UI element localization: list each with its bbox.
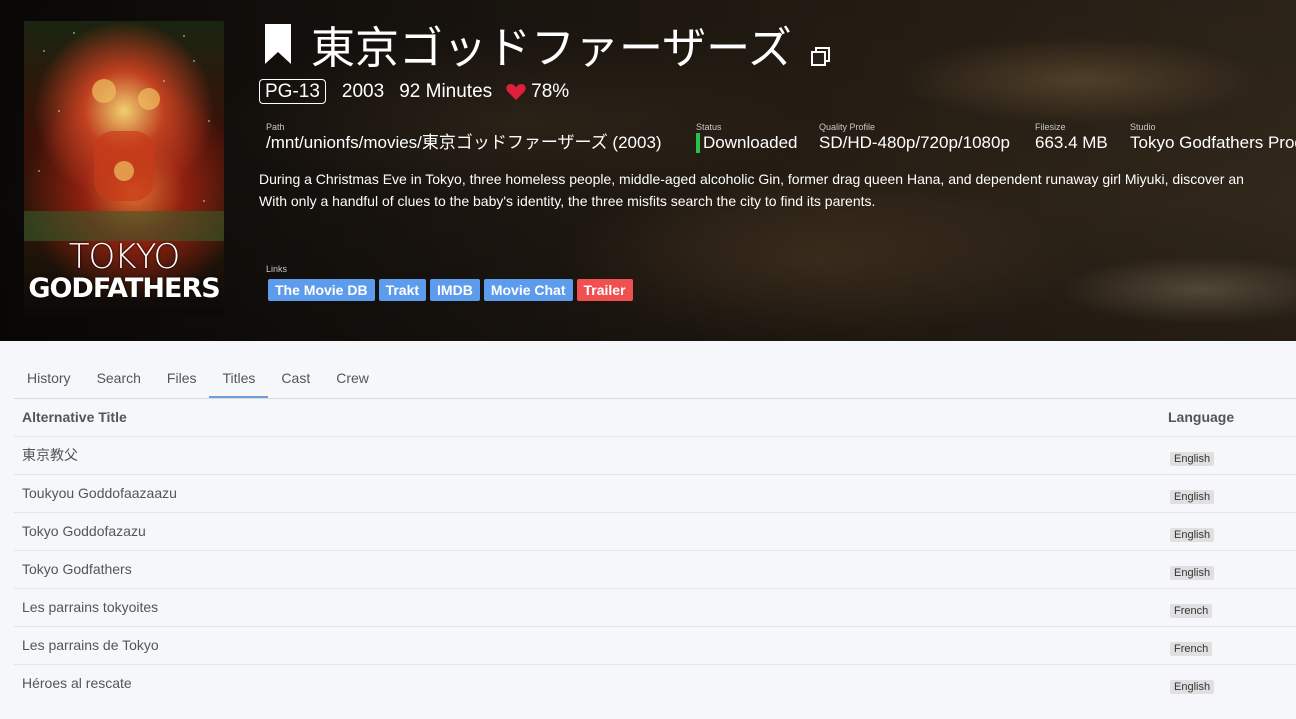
tab-files[interactable]: Files — [154, 358, 210, 399]
header-content: 東京ゴッドファーザーズ PG-13 2003 92 Minutes 78% Pa… — [0, 0, 1296, 341]
detail-studio: Studio Tokyo Godfathers Prod — [1130, 121, 1296, 153]
status-value: Downloaded — [696, 133, 798, 153]
status-label: Status — [696, 122, 722, 132]
certification-badge: PG-13 — [259, 79, 326, 104]
language-badge: French — [1170, 642, 1213, 656]
filesize-label: Filesize — [1035, 122, 1066, 132]
quality-label: Quality Profile — [819, 122, 876, 132]
movie-runtime: 92 Minutes — [399, 80, 493, 102]
tab-history[interactable]: History — [14, 358, 84, 399]
table-row: Tokyo Goddofazazu English — [14, 513, 1296, 551]
language-badge: English — [1170, 528, 1215, 542]
link-imdb[interactable]: IMDB — [430, 279, 480, 301]
link-trakt[interactable]: Trakt — [378, 279, 427, 301]
link-trailer[interactable]: Trailer — [576, 279, 633, 301]
heart-icon — [506, 83, 526, 101]
alt-title-cell: Héroes al rescate — [22, 675, 132, 691]
title-row: 東京ゴッドファーザーズ — [263, 14, 832, 74]
alt-title-cell: Tokyo Goddofazazu — [22, 523, 146, 539]
table-row: Les parrains de Tokyo French — [14, 627, 1296, 665]
tab-titles[interactable]: Titles — [209, 358, 269, 399]
movie-rating: 78% — [531, 80, 570, 102]
language-badge: English — [1170, 490, 1215, 504]
detail-filesize: Filesize 663.4 MB — [1035, 121, 1108, 153]
detail-status: Status Downloaded — [696, 121, 798, 153]
studio-value: Tokyo Godfathers Prod — [1130, 133, 1296, 152]
table-row: 東京教父 English — [14, 437, 1296, 475]
language-badge: French — [1170, 604, 1213, 618]
alt-title-cell: Toukyou Goddofaazaazu — [22, 485, 177, 501]
detail-path: Path /mnt/unionfs/movies/東京ゴッドファーザーズ (20… — [266, 121, 662, 153]
tab-cast[interactable]: Cast — [268, 358, 323, 399]
copy-icon[interactable] — [810, 46, 832, 68]
external-links: The Movie DB Trakt IMDB Movie Chat Trail… — [268, 279, 633, 301]
overview-line-1: During a Christmas Eve in Tokyo, three h… — [259, 171, 1244, 187]
studio-label: Studio — [1130, 122, 1156, 132]
tab-search[interactable]: Search — [84, 358, 154, 399]
language-badge: English — [1170, 452, 1215, 466]
table-row: Héroes al rescate English — [14, 665, 1296, 703]
column-header-title[interactable]: Alternative Title — [22, 399, 127, 435]
path-value: /mnt/unionfs/movies/東京ゴッドファーザーズ (2003) — [266, 133, 662, 152]
table-row: Toukyou Goddofaazaazu English — [14, 475, 1296, 513]
language-badge: English — [1170, 680, 1215, 694]
movie-meta: PG-13 2003 92 Minutes 78% — [259, 79, 569, 104]
filesize-value: 663.4 MB — [1035, 133, 1108, 152]
language-badge: English — [1170, 566, 1215, 580]
alt-title-cell: Tokyo Godfathers — [22, 561, 132, 577]
movie-title: 東京ゴッドファーザーズ — [311, 23, 792, 74]
alternative-titles-table: Alternative Title Language 東京教父 English … — [14, 399, 1296, 703]
movie-header: TOKYO GODFATHERS 東京ゴッドファーザーズ PG-13 2003 … — [0, 0, 1296, 341]
link-movie-chat[interactable]: Movie Chat — [483, 279, 573, 301]
table-row: Tokyo Godfathers English — [14, 551, 1296, 589]
path-label: Path — [266, 122, 285, 132]
table-row: Les parrains tokyoites French — [14, 589, 1296, 627]
bookmark-icon[interactable] — [263, 22, 293, 66]
movie-overview: During a Christmas Eve in Tokyo, three h… — [259, 168, 1296, 212]
column-header-language[interactable]: Language — [1168, 399, 1234, 435]
overview-line-2: With only a handful of clues to the baby… — [259, 193, 876, 209]
links-label: Links — [266, 264, 288, 274]
movie-year: 2003 — [341, 80, 385, 102]
alt-title-cell: Les parrains de Tokyo — [22, 637, 159, 653]
link-the-movie-db[interactable]: The Movie DB — [268, 279, 375, 301]
detail-quality: Quality Profile SD/HD-480p/720p/1080p — [819, 121, 1010, 153]
table-header: Alternative Title Language — [14, 399, 1296, 437]
alt-title-cell: 東京教父 — [22, 447, 78, 463]
alt-title-cell: Les parrains tokyoites — [22, 599, 159, 615]
tab-crew[interactable]: Crew — [323, 358, 382, 399]
detail-tabs: History Search Files Titles Cast Crew — [14, 358, 382, 399]
quality-value: SD/HD-480p/720p/1080p — [819, 133, 1010, 152]
